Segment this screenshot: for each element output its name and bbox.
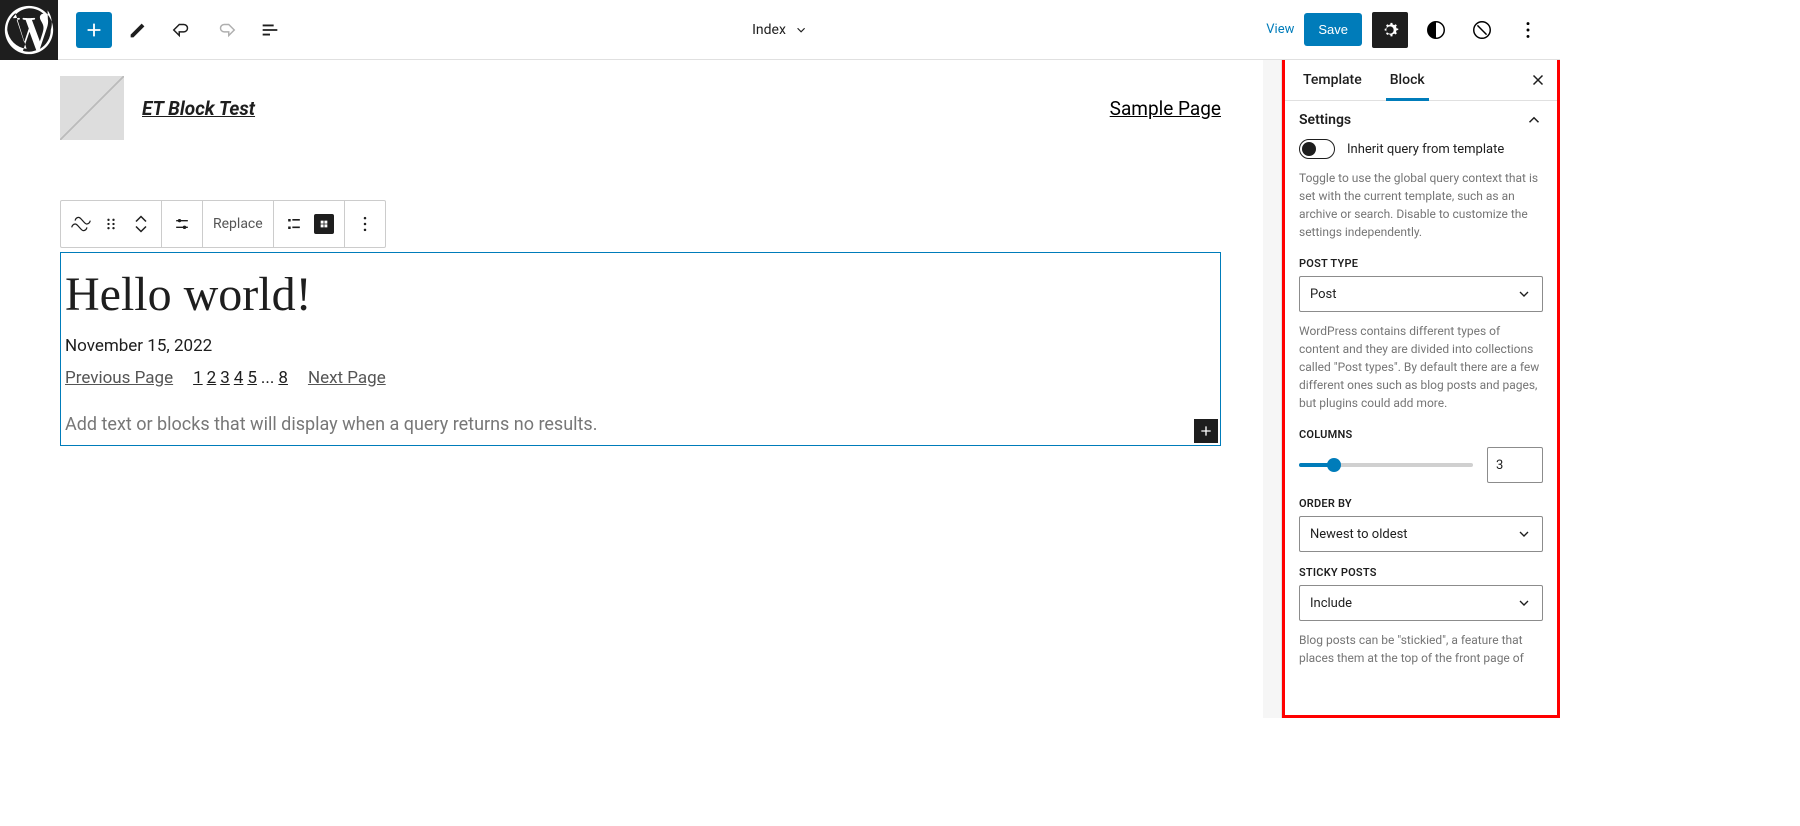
redo-button[interactable] bbox=[208, 12, 244, 48]
inherit-query-toggle[interactable] bbox=[1299, 139, 1335, 159]
pagination: Previous Page 1 2 3 4 5 ... 8 Next Page bbox=[65, 368, 1216, 388]
post-type-desc: WordPress contains different types of co… bbox=[1299, 322, 1543, 412]
display-settings-icon[interactable] bbox=[172, 214, 192, 234]
grid-layout-icon[interactable] bbox=[314, 214, 334, 234]
inherit-query-desc: Toggle to use the global query context t… bbox=[1299, 169, 1543, 241]
nav-link-sample-page[interactable]: Sample Page bbox=[1110, 97, 1221, 120]
close-icon bbox=[1529, 71, 1547, 89]
tab-block[interactable]: Block bbox=[1376, 60, 1439, 100]
list-view-button[interactable] bbox=[252, 12, 288, 48]
settings-panel-header[interactable]: Settings bbox=[1299, 111, 1543, 129]
block-move-buttons[interactable] bbox=[131, 214, 151, 234]
add-block-button[interactable] bbox=[76, 12, 112, 48]
sidebar-tabs: Template Block bbox=[1282, 60, 1560, 101]
chevron-up-icon bbox=[1525, 111, 1543, 129]
columns-slider[interactable] bbox=[1299, 463, 1473, 467]
editor-canvas[interactable]: ET Block Test Sample Page bbox=[0, 60, 1282, 718]
post-title[interactable]: Hello world! bbox=[65, 267, 1216, 322]
pagination-prev[interactable]: Previous Page bbox=[65, 368, 173, 388]
document-title-label: Index bbox=[752, 22, 786, 38]
styles-button[interactable] bbox=[1418, 12, 1454, 48]
query-loop-icon[interactable] bbox=[71, 214, 91, 234]
view-options-button[interactable] bbox=[1464, 12, 1500, 48]
page-dots: ... bbox=[261, 368, 274, 388]
settings-sidebar: Template Block Settings Inherit query fr… bbox=[1282, 60, 1560, 718]
wordpress-logo[interactable] bbox=[0, 0, 58, 60]
site-title[interactable]: ET Block Test bbox=[142, 97, 255, 120]
document-title[interactable]: Index bbox=[752, 22, 808, 38]
replace-button[interactable]: Replace bbox=[213, 216, 263, 232]
no-results-placeholder[interactable]: Add text or blocks that will display whe… bbox=[65, 414, 1216, 435]
chevron-down-icon bbox=[794, 23, 808, 37]
view-link[interactable]: View bbox=[1266, 22, 1294, 37]
tools-button[interactable] bbox=[120, 12, 156, 48]
page-number[interactable]: 5 bbox=[247, 368, 257, 388]
append-block-button[interactable] bbox=[1194, 419, 1218, 443]
order-by-value: Newest to oldest bbox=[1310, 527, 1408, 542]
sticky-posts-label: STICKY POSTS bbox=[1299, 566, 1543, 579]
chevron-down-icon bbox=[1516, 526, 1532, 542]
block-toolbar: Replace bbox=[60, 200, 386, 248]
post-type-select[interactable]: Post bbox=[1299, 276, 1543, 312]
page-number[interactable]: 3 bbox=[220, 368, 230, 388]
page-number[interactable]: 4 bbox=[234, 368, 244, 388]
block-options-icon[interactable] bbox=[355, 214, 375, 234]
sticky-posts-desc: Blog posts can be "stickied", a feature … bbox=[1299, 631, 1543, 667]
tab-template[interactable]: Template bbox=[1289, 60, 1376, 100]
close-sidebar-button[interactable] bbox=[1523, 65, 1553, 95]
post-type-label: POST TYPE bbox=[1299, 257, 1543, 270]
columns-input[interactable]: 3 bbox=[1487, 447, 1543, 483]
sticky-posts-value: Include bbox=[1310, 596, 1352, 611]
drag-handle-icon[interactable] bbox=[101, 214, 121, 234]
more-menu-button[interactable] bbox=[1510, 12, 1546, 48]
pagination-numbers[interactable]: 1 2 3 4 5 ... 8 bbox=[193, 368, 288, 388]
chevron-down-icon bbox=[1516, 286, 1532, 302]
page-number[interactable]: 8 bbox=[278, 368, 288, 388]
page-number[interactable]: 2 bbox=[207, 368, 217, 388]
pagination-next[interactable]: Next Page bbox=[308, 368, 386, 388]
chevron-down-icon bbox=[1516, 595, 1532, 611]
list-layout-icon[interactable] bbox=[284, 214, 304, 234]
canvas-scrollbar[interactable] bbox=[1263, 60, 1281, 718]
save-button[interactable]: Save bbox=[1304, 13, 1362, 46]
site-logo-placeholder[interactable] bbox=[60, 76, 124, 140]
settings-panel-label: Settings bbox=[1299, 112, 1351, 128]
columns-value: 3 bbox=[1496, 458, 1503, 473]
editor-topbar: Index View Save bbox=[0, 0, 1560, 60]
sticky-posts-select[interactable]: Include bbox=[1299, 585, 1543, 621]
order-by-label: ORDER BY bbox=[1299, 497, 1543, 510]
query-loop-block[interactable]: Hello world! November 15, 2022 Previous … bbox=[60, 252, 1221, 446]
post-date[interactable]: November 15, 2022 bbox=[65, 336, 1216, 356]
undo-button[interactable] bbox=[164, 12, 200, 48]
columns-label: COLUMNS bbox=[1299, 428, 1543, 441]
site-header: ET Block Test Sample Page bbox=[0, 60, 1281, 140]
page-number[interactable]: 1 bbox=[193, 368, 203, 388]
order-by-select[interactable]: Newest to oldest bbox=[1299, 516, 1543, 552]
inherit-query-label: Inherit query from template bbox=[1347, 142, 1504, 157]
settings-toggle-button[interactable] bbox=[1372, 12, 1408, 48]
post-type-value: Post bbox=[1310, 287, 1337, 302]
